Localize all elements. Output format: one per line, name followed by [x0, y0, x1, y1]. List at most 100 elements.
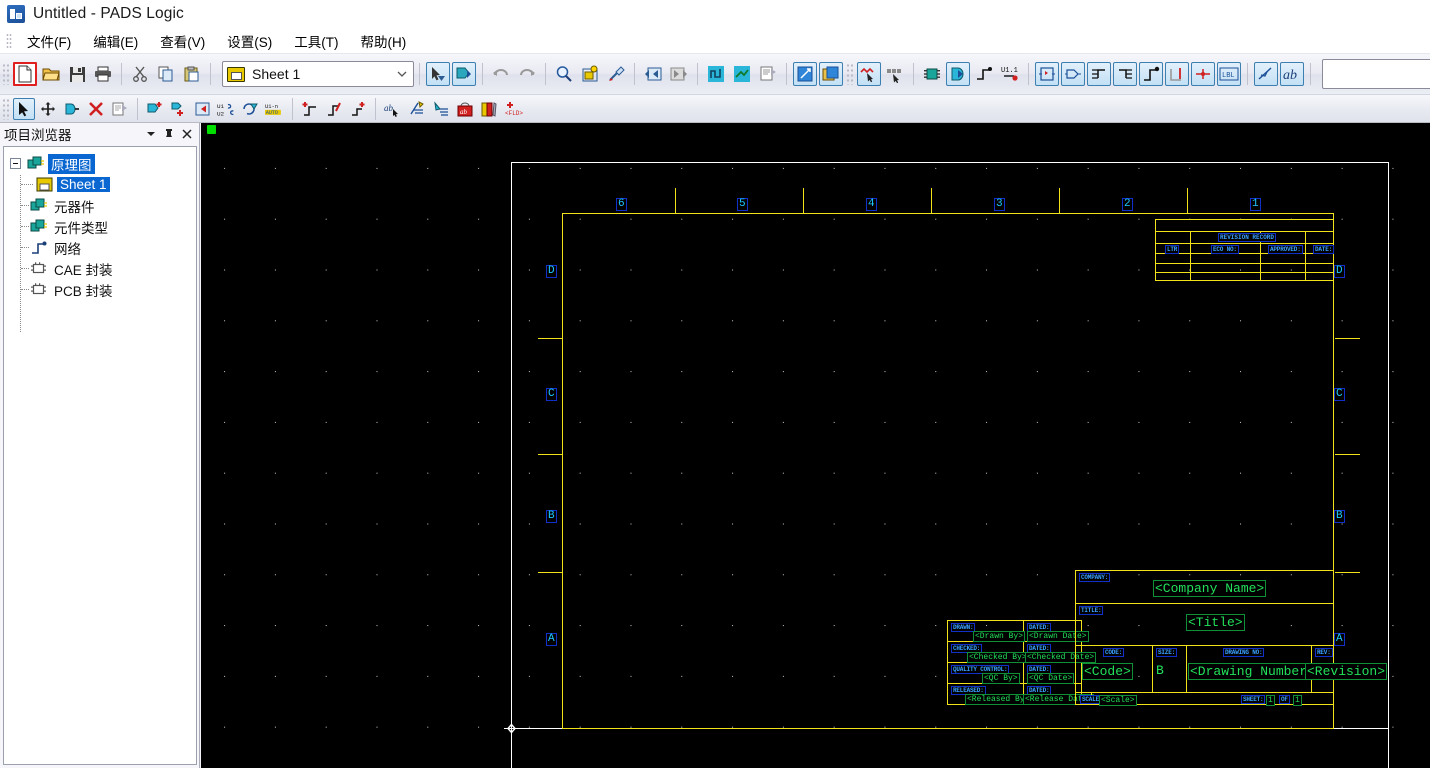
pin-icon[interactable] [161, 126, 177, 142]
text-align-button[interactable] [430, 98, 452, 120]
nets-icon [30, 240, 47, 255]
part-plus-button[interactable] [144, 98, 166, 120]
text-style-button[interactable] [406, 98, 428, 120]
schematic-icon [27, 156, 44, 171]
library-button[interactable] [819, 62, 843, 86]
tree-item-schematic[interactable]: 原理图 [4, 153, 196, 174]
pin-edit-button[interactable] [323, 98, 345, 120]
pcb-link-button[interactable] [793, 62, 817, 86]
report-button[interactable] [756, 62, 780, 86]
find-combo[interactable] [1322, 59, 1430, 89]
menu-grip[interactable] [6, 32, 12, 49]
find-input[interactable] [1328, 65, 1430, 83]
gate-button[interactable] [946, 62, 970, 86]
project-browser-tree[interactable]: 原理图 Sheet 1 元器件 元件类型 网络 CAE 封装 PCB 封装 [3, 146, 197, 765]
toolbar-separator [292, 97, 293, 120]
schematic-canvas[interactable]: 6 5 4 3 2 1 D C B A D C B A REVISION REC… [201, 123, 1430, 768]
tree-item-nets[interactable]: 网络 [4, 237, 196, 258]
open-folder-button[interactable] [39, 62, 63, 86]
ab-cursor-button[interactable]: ab [382, 98, 404, 120]
tree-item-part-types[interactable]: 元件类型 [4, 216, 196, 237]
move-cross-button[interactable] [37, 98, 59, 120]
draw-line-button[interactable] [1254, 62, 1278, 86]
u1n-auto-button[interactable]: U1-n AUTO [264, 98, 286, 120]
tree-item-pcb-decals[interactable]: PCB 封装 [4, 279, 196, 300]
tree-item-cae-decals[interactable]: CAE 封装 [4, 258, 196, 279]
toolbar-separator [419, 63, 420, 85]
project-browser-panel: 项目浏览器 原理图 Sheet 1 元器件 元件类型 网络 CAE 封装 PCB… [0, 123, 200, 768]
tree-guide [21, 289, 29, 290]
blue-net-button[interactable] [704, 62, 728, 86]
cursor-arrow-button[interactable] [13, 97, 35, 120]
cut-button[interactable] [128, 62, 152, 86]
wire-button[interactable] [1139, 62, 1163, 86]
red-x-button[interactable] [85, 98, 107, 120]
toolbar-grip[interactable] [2, 63, 9, 85]
sheet-zoom-button[interactable] [578, 62, 602, 86]
toolbar-grip[interactable] [846, 63, 853, 85]
undo-button[interactable] [489, 62, 513, 86]
revision-header-divider [1155, 243, 1334, 244]
u11-ref-button[interactable]: U1.1 [998, 62, 1022, 86]
menu-file[interactable]: 文件(F) [16, 29, 82, 53]
junction-button[interactable] [1191, 62, 1215, 86]
tree-item-label: PCB 封装 [54, 283, 113, 299]
net-label-button[interactable] [1087, 62, 1111, 86]
symbol-button[interactable] [1061, 62, 1085, 86]
floppy-save-button[interactable] [65, 62, 89, 86]
window-title: Untitled - PADS Logic [33, 5, 184, 22]
tree-expander[interactable] [10, 158, 21, 169]
revision-col-date: DATE: [1313, 245, 1335, 254]
offpage-button[interactable] [1165, 62, 1189, 86]
copy-button[interactable] [154, 62, 178, 86]
close-icon[interactable] [179, 126, 195, 142]
redo-button[interactable] [515, 62, 539, 86]
ab-bag-button[interactable]: ab [454, 98, 476, 120]
svg-text:LBL: LBL [1222, 72, 1235, 80]
menu-edit[interactable]: 编辑(E) [82, 29, 149, 53]
select-net-button[interactable] [857, 62, 881, 86]
arrow-select-button[interactable] [426, 62, 450, 86]
code-label: CODE: [1103, 648, 1125, 657]
select-component-button[interactable] [452, 62, 476, 86]
next-sheet-button[interactable] [667, 62, 691, 86]
pin-plus-button[interactable] [299, 98, 321, 120]
sheet-arrow-button[interactable] [192, 98, 214, 120]
field-book-button[interactable] [478, 98, 500, 120]
bus-button[interactable] [1113, 62, 1137, 86]
hierarchy-block-button[interactable] [1035, 62, 1059, 86]
connection-button[interactable] [972, 62, 996, 86]
blue-bus-button[interactable] [730, 62, 754, 86]
lbl-button[interactable]: LBL [1217, 62, 1241, 86]
menu-view[interactable]: 查看(V) [149, 29, 216, 53]
tree-item-components[interactable]: 元器件 [4, 195, 196, 216]
tree-item-sheet1[interactable]: Sheet 1 [4, 174, 196, 195]
pin-new-button[interactable] [347, 98, 369, 120]
select-pins-button[interactable] [883, 62, 907, 86]
menu-setup[interactable]: 设置(S) [216, 29, 283, 53]
title-label: TITLE: [1079, 606, 1104, 615]
clipboard-paste-button[interactable] [180, 62, 204, 86]
fld-plus-button[interactable]: <FLD> [502, 98, 524, 120]
printer-button[interactable] [91, 62, 115, 86]
gate-plus-button[interactable] [168, 98, 190, 120]
menu-tools[interactable]: 工具(T) [283, 29, 349, 53]
new-file-button[interactable] [13, 62, 37, 86]
sheet-selector[interactable]: Sheet 1 [222, 61, 414, 87]
text-ab-button[interactable]: ab [1280, 62, 1304, 86]
gate-minus-button[interactable] [61, 98, 83, 120]
chevron-down-icon[interactable] [143, 126, 159, 142]
previous-sheet-button[interactable] [641, 62, 665, 86]
magnifier-button[interactable] [552, 62, 576, 86]
menu-help[interactable]: 帮助(H) [350, 29, 418, 53]
broom-refresh-button[interactable] [604, 62, 628, 86]
toolbar-grip[interactable] [2, 97, 9, 120]
project-browser-header: 项目浏览器 [0, 123, 199, 145]
properties-button[interactable] [109, 98, 131, 120]
u1-u2-swap-button[interactable]: U1 U2 [216, 98, 238, 120]
tree-item-label: 元件类型 [54, 220, 108, 236]
svg-text:U2: U2 [217, 110, 225, 117]
renumber-button[interactable] [240, 98, 262, 120]
chip-button[interactable] [920, 62, 944, 86]
menu-bar: 文件(F) 编辑(E) 查看(V) 设置(S) 工具(T) 帮助(H) [0, 28, 1430, 54]
